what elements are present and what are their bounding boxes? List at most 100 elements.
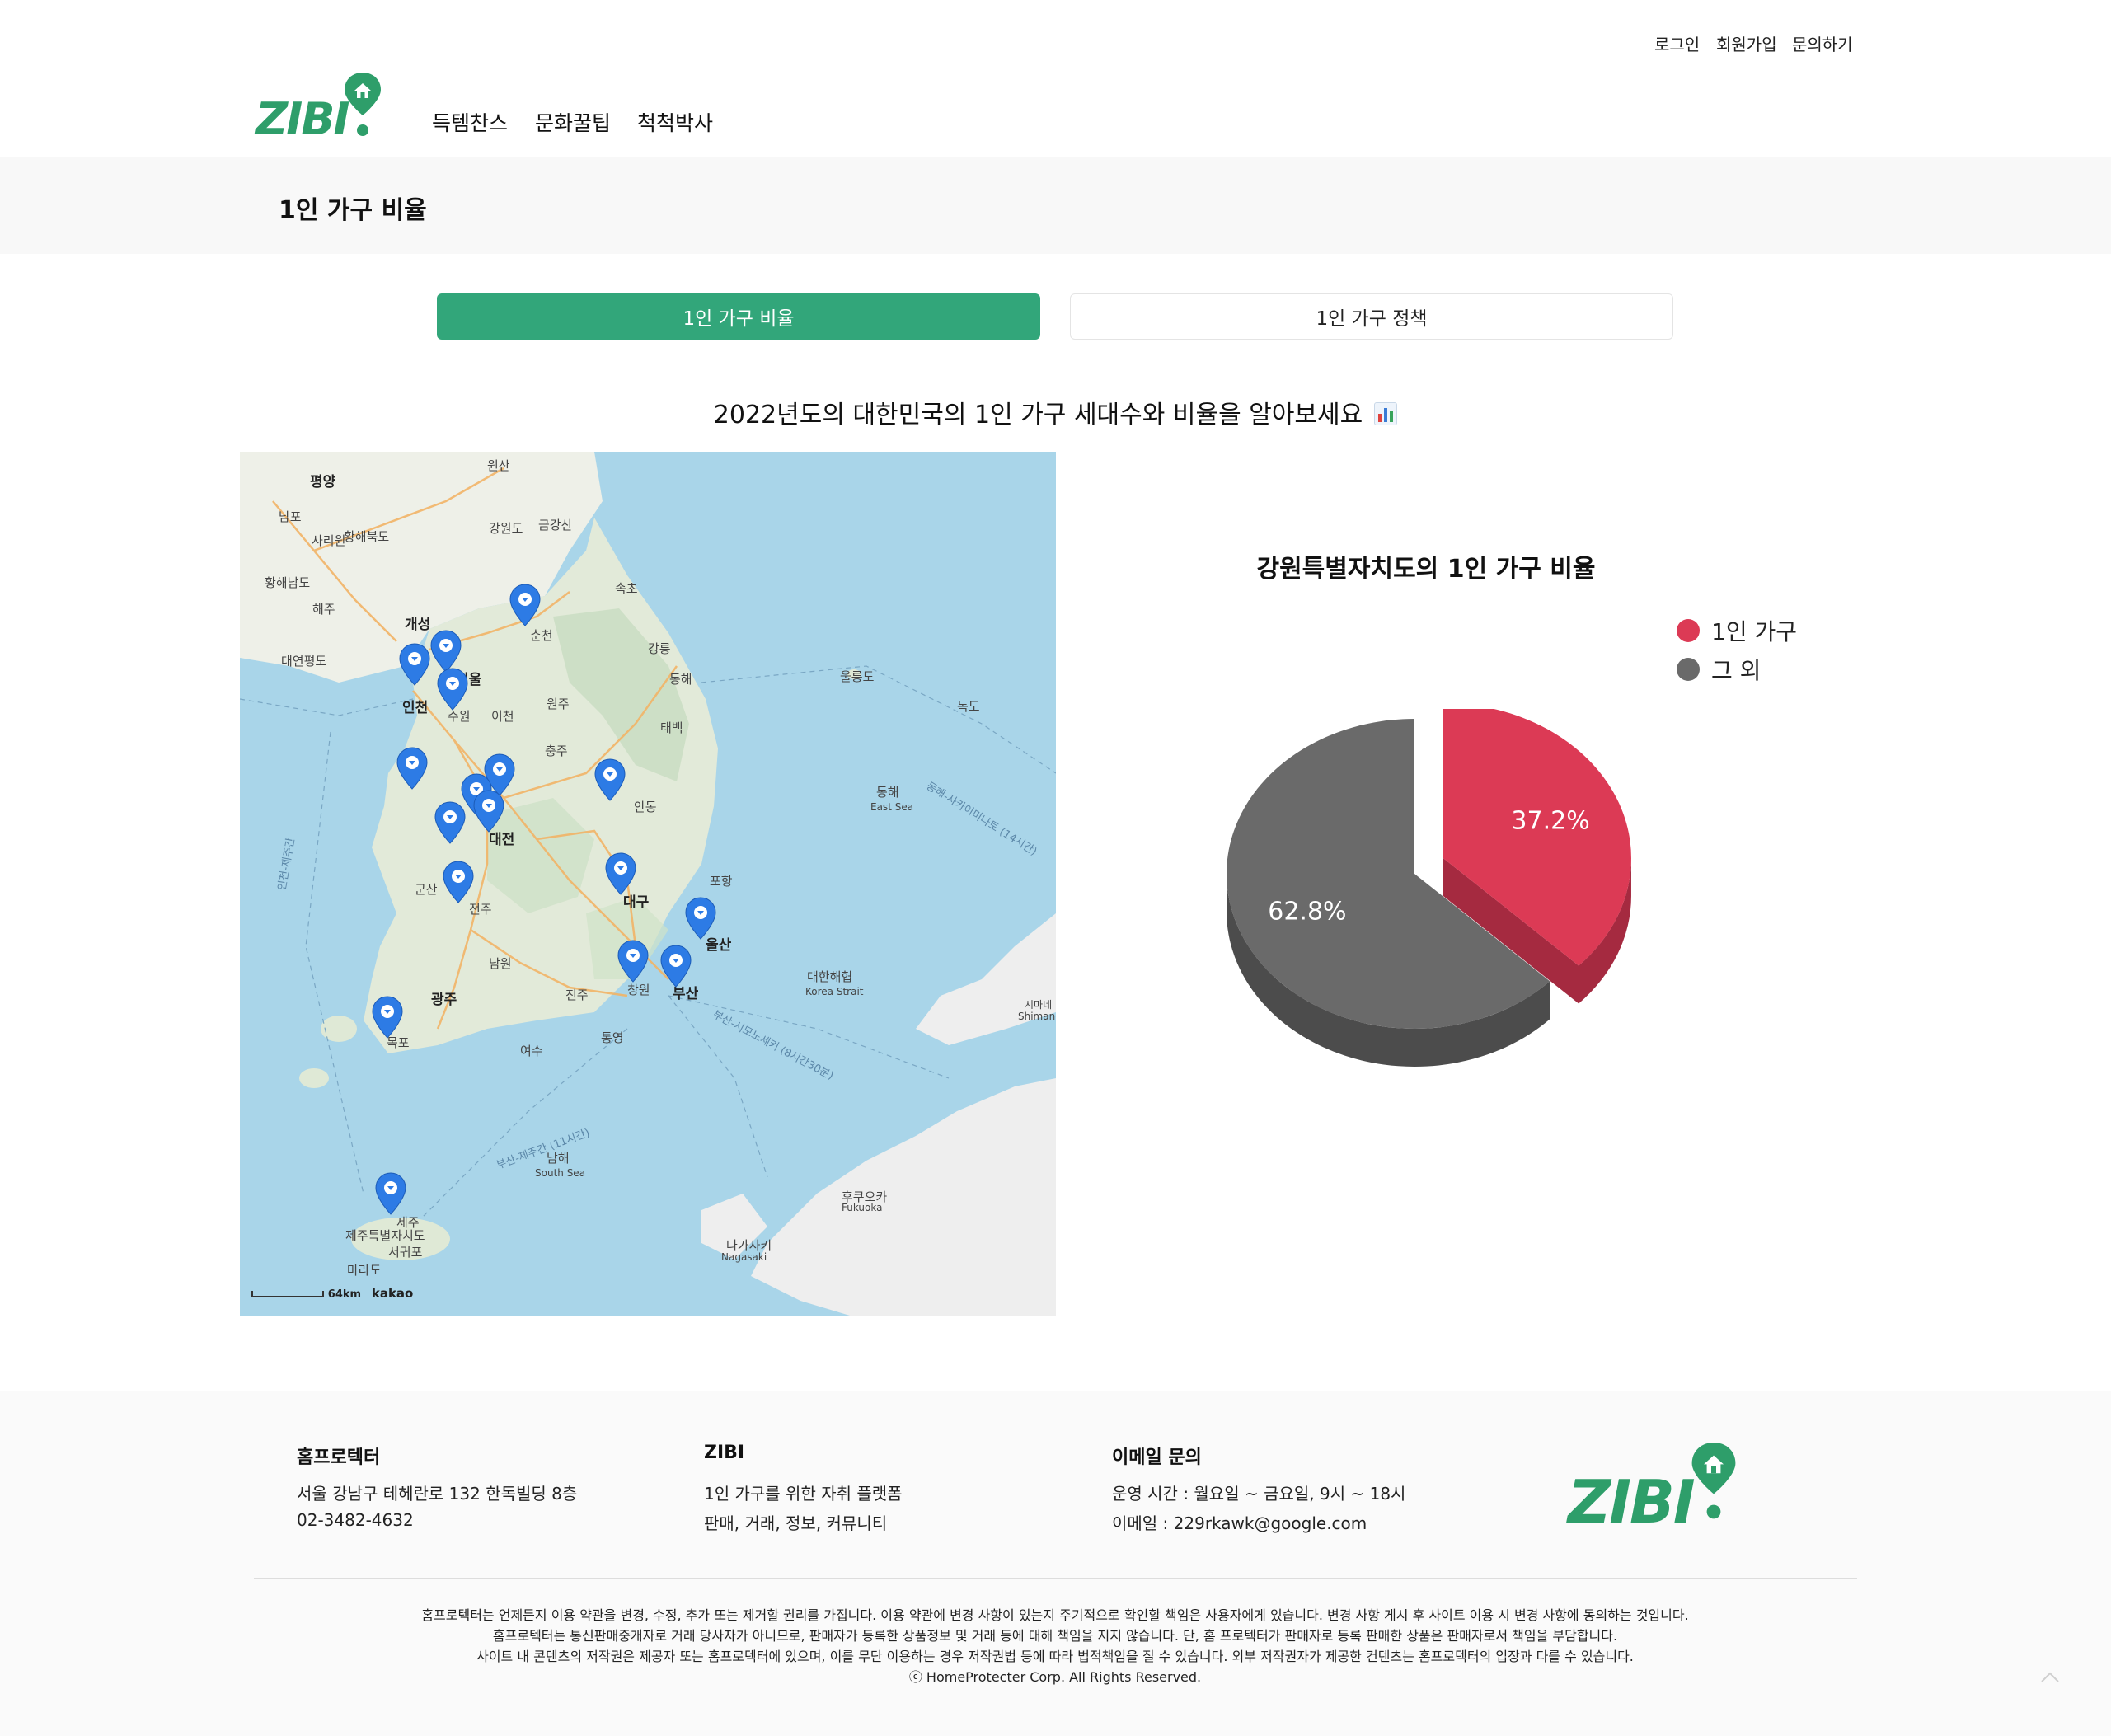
map-pin-icon[interactable]	[399, 643, 430, 686]
tab-single-household-ratio[interactable]: 1인 가구 비율	[437, 293, 1040, 340]
footer-hours: 운영 시간 : 월요일 ~ 금요일, 9시 ~ 18시	[1112, 1484, 1406, 1504]
map-label: 독도	[957, 699, 980, 714]
nav-item-culture-tips[interactable]: 문화꿀팁	[535, 107, 611, 137]
map-label: 남포	[279, 509, 302, 524]
map-pin-icon[interactable]	[372, 996, 403, 1039]
map-label: Fukuoka	[842, 1202, 883, 1213]
map-label: 강원도	[489, 521, 523, 536]
footer-brand-services: 판매, 거래, 정보, 커뮤니티	[704, 1513, 888, 1533]
scale-bar-line	[251, 1290, 324, 1297]
footer-notice: 홈프로텍터는 통신판매중개자로 거래 당사자가 아니므로, 판매자가 등록한 상…	[492, 1628, 1618, 1644]
map-label: 제주특별자치도	[345, 1228, 425, 1243]
footer-copyright: ⓒ HomeProtecter Corp. All Rights Reserve…	[908, 1669, 1202, 1685]
map-label: 금강산	[538, 518, 573, 533]
legend-swatch	[1677, 619, 1700, 642]
login-link[interactable]: 로그인	[1654, 31, 1700, 55]
legend-item-single[interactable]: 1인 가구	[1677, 614, 1797, 647]
map-label: 마라도	[347, 1263, 382, 1278]
scale-text: 64km	[327, 1288, 362, 1301]
home-pin-icon	[345, 73, 381, 136]
map-background	[240, 452, 1056, 1316]
legend-label: 그 외	[1711, 657, 1762, 684]
map-label: Korea Strait	[805, 986, 864, 997]
map-label: 군산	[415, 882, 438, 897]
map-label: Nagasaki	[721, 1251, 767, 1263]
map-label: 사리원	[312, 533, 346, 548]
zibi-logo[interactable]: ZIBI	[256, 68, 387, 143]
footer-email-title: 이메일 문의	[1112, 1447, 1202, 1468]
map-label: 개성	[405, 617, 431, 633]
map-label: 황해남도	[265, 575, 311, 590]
footer-brand-desc: 1인 가구를 위한 자취 플랫폼	[704, 1484, 903, 1504]
footer-notice: 홈프로텍터는 언제든지 이용 약관을 변경, 수정, 추가 또는 제거할 권리를…	[421, 1607, 1689, 1623]
intro-heading: 2022년도의 대한민국의 1인 가구 세대수와 비율을 알아보세요	[0, 394, 2111, 430]
page-title: 1인 가구 비율	[279, 196, 427, 225]
pie-value-label: 37.2%	[1511, 806, 1589, 835]
legend-label: 1인 가구	[1711, 618, 1797, 645]
footer-phone: 02-3482-4632	[297, 1510, 414, 1530]
map-pin-icon[interactable]	[434, 801, 466, 844]
map-scale: 64km kakao	[251, 1286, 413, 1301]
footer-brand-title: ZIBI	[704, 1443, 745, 1463]
map-label: 원산	[487, 458, 510, 473]
map-pin-icon[interactable]	[396, 747, 428, 790]
pie-value-label: 62.8%	[1268, 898, 1346, 927]
map-label: 춘천	[530, 628, 553, 643]
nav-item-deals[interactable]: 득템찬스	[432, 107, 508, 137]
map-label: 원주	[547, 697, 570, 711]
map-pin-icon[interactable]	[660, 945, 692, 988]
home-pin-icon	[1691, 1443, 1736, 1519]
footer-notice: 사이트 내 콘텐츠의 저작권은 제공자 또는 홈프로텍터에 있으며, 이를 무단…	[476, 1649, 1634, 1664]
map-label: 황해북도	[344, 529, 390, 544]
scroll-to-top-icon[interactable]	[2029, 1662, 2071, 1691]
map-label: 동해	[669, 672, 692, 687]
footer-address: 서울 강남구 테헤란로 132 한독빌딩 8층	[297, 1484, 578, 1504]
map-pin-icon[interactable]	[509, 584, 541, 626]
tab-single-household-policy[interactable]: 1인 가구 정책	[1070, 293, 1673, 340]
map-pin-icon[interactable]	[473, 790, 504, 833]
nav-item-faq[interactable]: 척척박사	[637, 107, 713, 137]
map-label: 시마네	[1025, 999, 1053, 1011]
map-label: 대연평도	[281, 654, 327, 669]
korea-map[interactable]: 평양 남포 사리원 황해북도 황해남도 해주 개성 대연평도 원산 강원도 금강…	[240, 452, 1056, 1316]
map-label: 태백	[660, 720, 683, 735]
map-label: 광주	[431, 992, 457, 1008]
map-label: 속초	[615, 581, 638, 596]
map-label: 평양	[310, 474, 336, 490]
footer-company-title: 홈프로텍터	[297, 1447, 381, 1468]
footer-email[interactable]: 이메일 : 229rkawk@google.com	[1112, 1510, 1367, 1534]
intro-text: 2022년도의 대한민국의 1인 가구 세대수와 비율을 알아보세요	[713, 401, 1363, 429]
map-label: 창원	[627, 983, 650, 997]
logo-wordmark: ZIBI	[1568, 1467, 1696, 1537]
map-label: 울릉도	[840, 669, 875, 684]
map-pin-icon[interactable]	[430, 630, 462, 673]
map-label: 해주	[312, 602, 335, 617]
map-pin-icon[interactable]	[594, 758, 626, 801]
map-label: 통영	[601, 1030, 624, 1045]
map-label: 여수	[520, 1044, 543, 1058]
map-label: 동해	[876, 785, 899, 800]
map-label: 서귀포	[388, 1245, 423, 1260]
map-label: South Sea	[535, 1167, 586, 1179]
pie-chart-title: 강원특별자치도의 1인 가구 비율	[1256, 555, 1596, 584]
footer-divider	[254, 1578, 1857, 1579]
bar-chart-icon	[1374, 402, 1398, 425]
map-pin-icon[interactable]	[685, 897, 716, 940]
legend-swatch	[1677, 658, 1700, 681]
contact-link[interactable]: 문의하기	[1792, 31, 1853, 55]
map-pin-icon[interactable]	[617, 940, 649, 983]
map-label: 대한해협	[807, 969, 853, 984]
map-label: 진주	[565, 988, 589, 1002]
legend-item-other[interactable]: 그 외	[1677, 653, 1761, 686]
map-pin-icon[interactable]	[605, 852, 636, 895]
map-pin-icon[interactable]	[437, 668, 468, 711]
map-label: 인천	[402, 700, 429, 716]
signup-link[interactable]: 회원가입	[1716, 31, 1777, 55]
map-label: 안동	[634, 800, 657, 814]
map-label: 포항	[710, 874, 733, 889]
map-label: East Sea	[870, 801, 914, 813]
map-label: 강릉	[648, 641, 671, 656]
map-pin-icon[interactable]	[375, 1172, 406, 1215]
map-pin-icon[interactable]	[443, 861, 474, 903]
map-label: 남원	[489, 956, 512, 971]
